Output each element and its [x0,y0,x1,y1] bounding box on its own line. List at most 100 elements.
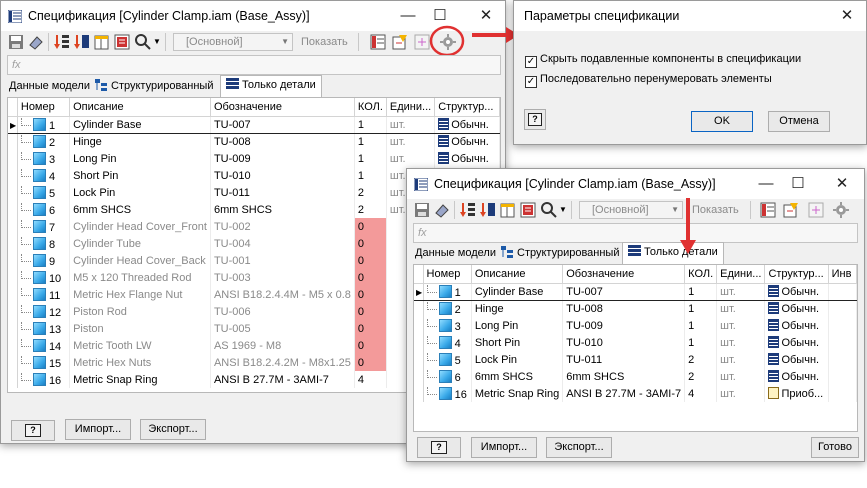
minimize-button[interactable]: — [753,173,779,195]
minimize-button[interactable]: — [395,5,421,27]
cell-number[interactable]: 4 [423,334,472,351]
column-header[interactable]: КОЛ. [354,98,387,117]
cell-quantity[interactable]: 1 [684,282,718,301]
table-row[interactable]: 2 Hinge TU-008 1 шт. Обычн. [8,133,500,150]
sort-icon[interactable] [459,201,477,219]
cell-designation[interactable]: TU-011 [562,351,686,368]
cell-description[interactable]: Metric Snap Ring [69,371,211,388]
export-icon[interactable] [113,33,131,51]
cell-designation[interactable]: ANSI B18.2.4.4M - M5 x 0.8 [210,286,355,303]
cell-structure[interactable]: Обычн. [764,334,829,351]
cell-description[interactable]: 6mm SHCS [471,368,564,385]
cell-number[interactable]: 13 [17,320,71,337]
cell-description[interactable]: 6mm SHCS [69,201,211,218]
cell-inventory[interactable] [828,368,857,385]
column-header[interactable]: Описание [471,265,564,284]
hide-suppressed-option[interactable]: ✓ Скрыть подавленные компоненты в специфи… [525,53,801,68]
cell-quantity[interactable]: 1 [354,150,387,167]
cell-description[interactable]: Short Pin [471,334,564,351]
cell-designation[interactable]: TU-007 [562,282,686,301]
tab-parts-only[interactable]: Только детали [622,242,724,264]
add-column-icon[interactable] [499,201,517,219]
cancel-button[interactable]: Отмена [768,111,830,132]
cell-designation[interactable]: TU-001 [210,252,355,269]
cell-designation[interactable]: TU-009 [562,317,686,334]
table-row[interactable]: ▶ 1 Cylinder Base TU-007 1 шт. Обычн. [8,115,500,134]
cell-quantity[interactable]: 1 [354,167,387,184]
export-button[interactable]: Экспорт... [546,437,612,458]
table-row[interactable]: ▶ 1 Cylinder Base TU-007 1 шт. Обычн. [414,282,857,301]
cell-structure[interactable]: Приоб... [764,385,829,402]
help-button[interactable]: ? [11,420,55,441]
cell-number[interactable]: 10 [17,269,71,286]
column-header[interactable]: Едини... [386,98,436,117]
cell-structure[interactable]: Обычн. [764,282,829,301]
column-header[interactable]: Номер [423,265,472,284]
cell-quantity[interactable]: 0 [354,235,387,252]
cell-inventory[interactable] [828,334,857,351]
renumber-icon[interactable] [479,201,497,219]
import-button[interactable]: Импорт... [65,419,131,440]
cell-designation[interactable]: TU-008 [210,133,355,150]
cell-inventory[interactable] [828,317,857,334]
table-row[interactable]: 5Lock PinTU-0112шт.Обычн. [414,351,857,368]
show-button[interactable]: Показать [301,36,348,48]
cell-quantity[interactable]: 2 [354,201,387,218]
column-header[interactable]: Обозначение [210,98,355,117]
cell-description[interactable]: Metric Hex Nuts [69,354,211,371]
cell-structure[interactable]: Обычн. [764,317,829,334]
chevron-down-icon[interactable]: ▼ [153,37,161,46]
cell-quantity[interactable]: 2 [354,184,387,201]
cell-number[interactable]: 15 [17,354,71,371]
cell-quantity[interactable]: 0 [354,320,387,337]
add-icon[interactable] [807,201,825,219]
cell-number[interactable]: 9 [17,252,71,269]
sort-icon[interactable] [53,33,71,51]
cell-quantity[interactable]: 2 [684,351,718,368]
save-icon[interactable] [413,201,431,219]
tab-parts-only[interactable]: Только детали [220,75,322,97]
tab-structured[interactable]: Структурированный [496,244,625,264]
cell-quantity[interactable]: 1 [354,133,387,150]
cell-description[interactable]: Long Pin [471,317,564,334]
formula-bar[interactable]: fx [7,55,501,75]
done-button[interactable]: Готово [811,437,859,458]
cell-number[interactable]: 11 [17,286,71,303]
cell-designation[interactable]: TU-002 [210,218,355,235]
cell-designation[interactable]: 6mm SHCS [210,201,355,218]
cell-number[interactable]: 4 [17,167,71,184]
cell-number[interactable]: 2 [17,133,71,150]
cell-quantity[interactable]: 0 [354,252,387,269]
cell-description[interactable]: Metric Tooth LW [69,337,211,354]
cell-description[interactable]: Lock Pin [471,351,564,368]
cell-number[interactable]: 3 [423,317,472,334]
cell-designation[interactable]: TU-008 [562,300,686,317]
table-row[interactable]: 4Short PinTU-0101шт.Обычн. [414,334,857,351]
import-button[interactable]: Импорт... [471,437,537,458]
cell-number[interactable]: 16 [17,371,71,388]
checkbox-checked[interactable]: ✓ [525,76,537,88]
bom-table-icon[interactable] [369,33,387,51]
cell-description[interactable]: Cylinder Head Cover_Front [69,218,211,235]
column-header[interactable]: КОЛ. [684,265,718,284]
export-button[interactable]: Экспорт... [140,419,206,440]
close-button[interactable]: ✕ [834,5,860,27]
cell-quantity[interactable]: 0 [354,286,387,303]
cell-designation[interactable]: TU-011 [210,184,355,201]
column-header[interactable]: Обозначение [562,265,686,284]
eraser-icon[interactable] [27,33,45,51]
cell-number[interactable]: 6 [423,368,472,385]
cell-designation[interactable]: ANSI B 27.7M - 3AMI-7 [562,385,686,402]
table-row[interactable]: 3 Long Pin TU-009 1 шт. Обычн. [414,317,857,334]
cell-number[interactable]: 8 [17,235,71,252]
cell-description[interactable]: Hinge [471,300,564,317]
cell-designation[interactable]: TU-007 [210,115,355,134]
cell-inventory[interactable] [828,385,857,402]
cell-description[interactable]: Lock Pin [69,184,211,201]
cell-structure[interactable]: Обычн. [764,351,829,368]
eraser-icon[interactable] [433,201,451,219]
cell-number[interactable]: 1 [17,115,71,134]
cell-quantity[interactable]: 0 [354,269,387,286]
update-icon[interactable] [391,33,409,51]
cell-unit[interactable]: шт. [716,300,766,317]
